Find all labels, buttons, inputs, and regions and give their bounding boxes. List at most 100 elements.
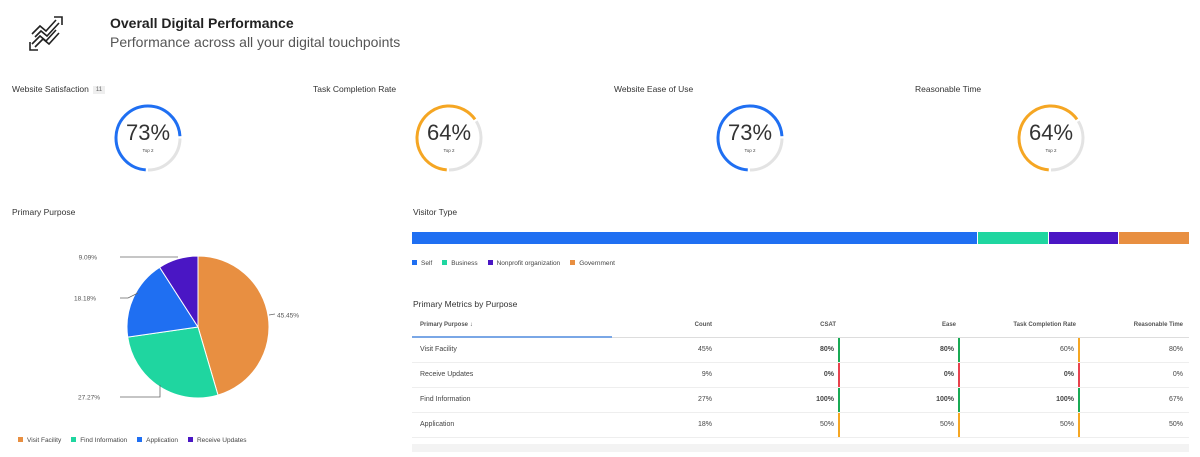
table-row: Application 18% 50% 50% 50% 50% [412,412,1189,438]
table-cell: 45% [612,337,716,363]
legend-item[interactable]: Find Information [71,437,127,444]
cell-value: 27% [697,396,712,403]
pie-data-label: 18.18% [74,296,96,303]
pie-data-label: 45.45% [277,313,299,320]
gauge-label: Top 2 [744,148,756,153]
cell-value: 45% [697,346,712,353]
gauge-value: 64% [1028,120,1074,145]
legend-swatch [442,260,448,265]
gauge-label: Top 2 [443,148,455,153]
leader-line [268,313,276,316]
column-header[interactable]: Ease [840,313,960,338]
legend-label: Business [451,260,478,267]
pie-chart: 45.45% 27.27% 18.18% 9.09% [74,255,299,402]
table-cell: Receive Updates [412,362,612,388]
bar-segment-self[interactable] [412,232,977,244]
cell-value: 50% [819,421,834,428]
table-cell: 18% [612,412,716,438]
cell-value: 60% [1059,346,1074,353]
legend-item[interactable]: Receive Updates [187,437,247,444]
cell-value: 100% [816,396,834,403]
gauge-value: 73% [125,120,171,145]
cell-value: Receive Updates [420,371,474,378]
legend-item[interactable]: Government [570,260,615,267]
cell-value: 67% [1168,396,1183,403]
table-cell: Visit Facility [412,337,612,363]
table-cell: 27% [612,387,716,413]
horizontal-scrollbar[interactable] [412,444,1189,452]
table-cell: 0% [960,362,1080,388]
cell-value: 50% [1168,421,1183,428]
pie-data-label: 27.27% [78,395,100,402]
cell-value: Visit Facility [420,346,457,354]
table-cell: 80% [716,337,840,363]
column-header[interactable]: Reasonable Time [1080,313,1189,338]
legend-swatch [412,260,417,265]
gauge-value: 73% [727,120,773,145]
bar-segment-business[interactable] [976,232,1048,244]
table-cell: 0% [840,362,960,388]
bar-segment-nonprofit-organization[interactable] [1047,232,1119,244]
table-cell: 50% [840,412,960,438]
column-header[interactable]: Count [612,313,716,338]
cell-value: Find Information [420,396,471,403]
table-cell: 100% [840,387,960,413]
table-cell: 67% [1080,387,1189,413]
table-cell: 100% [960,387,1080,413]
legend-label: Application [146,437,178,444]
table-row: Receive Updates 9% 0% 0% 0% 0% [412,362,1189,388]
table-row: Find Information 27% 100% 100% 100% 67% [412,387,1189,413]
page-subtitle: Performance across all your digital touc… [110,34,401,50]
legend-label: Visit Facility [27,437,62,444]
bar-segment-government[interactable] [1118,232,1189,244]
table-cell: 80% [1080,337,1189,363]
legend-label: Nonprofit organization [496,260,561,267]
gauge: 64% Top 2 [409,98,489,178]
cell-value: 50% [939,421,954,428]
legend-item[interactable]: Visit Facility [18,437,61,444]
column-header[interactable]: Primary Purpose ↓ [412,313,612,338]
table-cell: 9% [612,362,716,388]
cell-value: 50% [1059,421,1074,428]
table-cell: 100% [716,387,840,413]
legend-swatch [18,437,23,442]
cell-value: 80% [819,346,834,353]
legend-item[interactable]: Business [442,260,478,267]
gauge-title: Reasonable Time [915,84,981,94]
table-cell: 50% [716,412,840,438]
gauge: 64% Top 2 [1011,98,1091,178]
legend-swatch [137,437,143,442]
legend-label: Receive Updates [196,437,247,444]
pie-legend: Visit Facility Find Information Applicatio… [18,437,246,444]
table-cell: 50% [960,412,1080,438]
column-header[interactable]: Task Completion Rate [960,313,1080,338]
gauge: 73% Top 2 [710,98,790,178]
response-count-badge: 11 [92,85,106,94]
table-cell: 60% [960,337,1080,363]
table-cell: 0% [1080,362,1189,388]
legend-item[interactable]: Application [137,437,178,444]
legend-label: Self [421,260,433,267]
legend-item[interactable]: Nonprofit organization [487,260,561,267]
legend-swatch [487,260,493,265]
gauge-label: Top 2 [1045,148,1057,153]
column-header[interactable]: CSAT [716,313,840,338]
cell-value: 18% [697,421,712,428]
legend-item[interactable]: Self [412,260,432,267]
table-title: Primary Metrics by Purpose [413,299,518,309]
table-cell: 50% [1080,412,1189,438]
legend-label: Find Information [80,437,128,444]
cell-value: 80% [1168,346,1183,353]
gauge-title: Task Completion Rate [313,84,396,94]
cell-value: 100% [936,396,954,403]
cell-value: 80% [939,346,954,353]
cell-value: 0% [1063,371,1074,378]
visitor-type-bar [412,232,1189,244]
gauge-title: Website Ease of Use [614,84,693,94]
legend-label: Government [579,260,615,267]
gauge-title-text: Website Ease of Use [614,84,694,94]
legend-swatch [71,437,77,442]
table-cell: 0% [716,362,840,388]
cell-value: 0% [823,371,834,378]
page-title: Overall Digital Performance [110,15,294,31]
